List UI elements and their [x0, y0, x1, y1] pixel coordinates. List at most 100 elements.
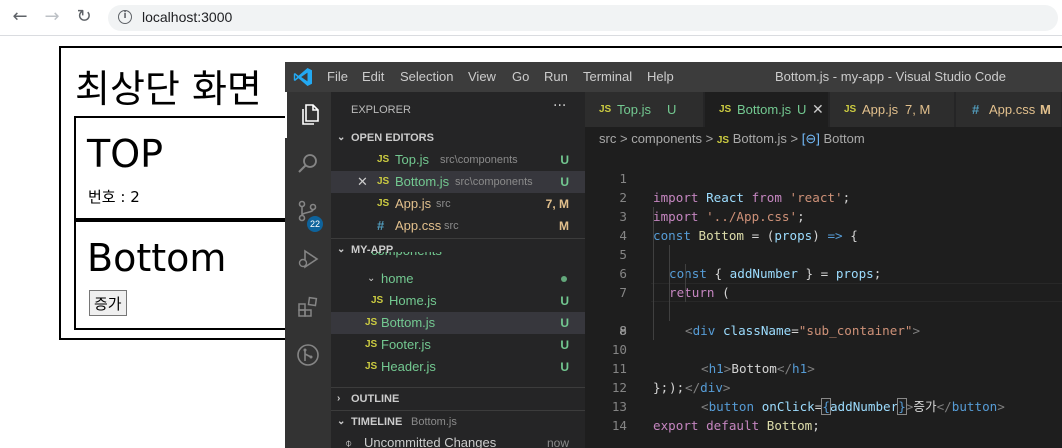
- tree-item-components[interactable]: components: [331, 252, 585, 262]
- source-control-icon[interactable]: 22: [285, 188, 331, 234]
- file-name: Footer.js: [381, 337, 431, 352]
- back-arrow-icon[interactable]: ←: [8, 5, 32, 29]
- menu-go[interactable]: Go: [512, 69, 529, 84]
- code-token: ;: [812, 418, 820, 433]
- timeline-section[interactable]: ⌄ TIMELINE Bottom.js: [331, 410, 585, 432]
- indent-guide: [669, 283, 670, 302]
- timeline-entry[interactable]: ⌽ Uncommitted Changes now: [331, 432, 585, 448]
- git-status: U: [560, 360, 569, 374]
- code-line[interactable]: 1 import React from 'react';: [585, 150, 1062, 205]
- menu-help[interactable]: Help: [647, 69, 674, 84]
- tab-status: U: [667, 102, 677, 117]
- vscode-logo-icon: [293, 68, 312, 86]
- indent-guide: [653, 207, 654, 226]
- indent-guide: [653, 283, 654, 302]
- breadcrumb-src[interactable]: src: [599, 131, 616, 146]
- activity-bar: 22: [285, 92, 331, 448]
- git-status: U: [560, 316, 569, 330]
- file-name: App.css: [395, 218, 442, 233]
- code-line[interactable]: 14: [585, 397, 1062, 433]
- breadcrumb-symbol[interactable]: Bottom: [824, 131, 865, 146]
- chevron-down-icon: ⌄: [367, 273, 376, 284]
- run-debug-icon[interactable]: [285, 236, 331, 282]
- tree-item-file[interactable]: JS Header.js U: [331, 356, 585, 378]
- code-editor[interactable]: 1 import React from 'react'; 2 import '.…: [585, 150, 1062, 433]
- chevron-down-icon: ⌄: [337, 416, 346, 427]
- indent-guide: [669, 245, 670, 264]
- open-editor-item[interactable]: JS App.js src 7, M: [331, 193, 585, 215]
- tab-top-js[interactable]: JS Top.js U: [585, 92, 704, 127]
- tab-bottom-js[interactable]: JS Bottom.js U ✕: [705, 92, 829, 127]
- js-file-icon: JS: [377, 198, 390, 209]
- breadcrumb-components[interactable]: components: [631, 131, 702, 146]
- tab-status: 7, M: [905, 102, 931, 117]
- extensions-icon[interactable]: [285, 284, 331, 330]
- browser-toolbar: ← → ↻ i localhost:3000: [0, 0, 1062, 36]
- code-line[interactable]: 5 return (: [585, 226, 1062, 300]
- page-title: 최상단 화면: [75, 67, 262, 111]
- forward-arrow-icon[interactable]: →: [40, 5, 64, 29]
- more-actions-icon[interactable]: ···: [553, 98, 566, 114]
- code-line[interactable]: 4 const { addNumber } = props;: [585, 207, 1062, 281]
- timeline-file: Bottom.js: [411, 416, 457, 428]
- tree-item-file[interactable]: JS Footer.js U: [331, 334, 585, 356]
- site-info-icon[interactable]: i: [118, 10, 132, 24]
- folder-name: components: [371, 252, 442, 262]
- js-file-icon: JS: [365, 361, 378, 372]
- tab-app-js[interactable]: JS App.js 7, M: [830, 92, 955, 127]
- menu-view[interactable]: View: [468, 69, 496, 84]
- current-line-highlight: [651, 283, 1062, 302]
- search-icon[interactable]: [285, 140, 331, 186]
- js-file-icon: JS: [719, 104, 732, 115]
- file-path: src\components: [455, 176, 533, 188]
- tab-bar: JS Top.js U JS Bottom.js U ✕ JS App.js 7…: [585, 92, 1062, 127]
- menu-file[interactable]: File: [327, 69, 348, 84]
- chevron-right-icon: ›: [337, 393, 341, 404]
- title-bar: File Edit Selection View Go Run Terminal…: [285, 62, 1062, 92]
- git-graph-icon[interactable]: [285, 332, 331, 378]
- code-line[interactable]: 13 export default Bottom;: [585, 378, 1062, 433]
- git-status: U: [560, 338, 569, 352]
- code-line[interactable]: 12: [585, 359, 1062, 395]
- code-token: Bottom: [759, 418, 813, 433]
- file-name: Top.js: [395, 152, 429, 167]
- git-status: U: [560, 294, 569, 308]
- indent-guide: [653, 245, 654, 264]
- menu-run[interactable]: Run: [544, 69, 568, 84]
- open-editor-item[interactable]: JS Top.js src\components U: [331, 149, 585, 171]
- modified-dot: [561, 276, 567, 282]
- open-editor-item[interactable]: # App.css src M: [331, 215, 585, 237]
- address-bar[interactable]: i localhost:3000: [108, 5, 1058, 31]
- url-text[interactable]: localhost:3000: [142, 9, 232, 25]
- tree-item-file[interactable]: JS Bottom.js U: [331, 312, 585, 334]
- reload-icon[interactable]: ↻: [72, 5, 96, 29]
- code-line[interactable]: 11 };: [585, 340, 1062, 395]
- close-icon[interactable]: ✕: [357, 171, 368, 193]
- code-line[interactable]: 6 <div className="sub_container">: [585, 245, 1062, 338]
- explorer-icon[interactable]: [285, 92, 331, 138]
- tab-label: App.css: [989, 102, 1036, 117]
- line-number: 14: [611, 418, 627, 433]
- code-line[interactable]: 10 );: [585, 321, 1062, 395]
- open-editors-section[interactable]: ⌄ OPEN EDITORS: [331, 127, 585, 149]
- menu-terminal[interactable]: Terminal: [583, 69, 632, 84]
- tab-status: U: [797, 102, 807, 117]
- close-icon[interactable]: ✕: [812, 92, 824, 127]
- menu-edit[interactable]: Edit: [362, 69, 384, 84]
- indent-guide: [653, 226, 654, 245]
- file-name: Bottom.js: [395, 174, 450, 189]
- add-number-button[interactable]: 증가: [89, 290, 127, 316]
- editor-area: JS Top.js U JS Bottom.js U ✕ JS App.js 7…: [585, 92, 1062, 448]
- tree-item-folder[interactable]: ⌄ home: [331, 268, 585, 290]
- tab-app-css[interactable]: # App.css M: [956, 92, 1062, 127]
- code-line[interactable]: 3 const Bottom = (props) => {: [585, 188, 1062, 243]
- breadcrumb-file[interactable]: Bottom.js: [733, 131, 787, 146]
- menu-selection[interactable]: Selection: [400, 69, 453, 84]
- code-line[interactable]: 2 import '../App.css';: [585, 169, 1062, 224]
- code-line[interactable]: 9 </div>: [585, 302, 1062, 395]
- code-line[interactable]: 7 <h1>Bottom</h1>: [585, 264, 1062, 376]
- tree-item-file[interactable]: JS Home.js U: [331, 290, 585, 312]
- code-line-current[interactable]: 8 <button onClick={addNumber}>증가</button…: [585, 283, 1062, 415]
- open-editor-item[interactable]: ✕ JS Bottom.js src\components U: [331, 171, 585, 193]
- outline-section[interactable]: › OUTLINE: [331, 387, 585, 409]
